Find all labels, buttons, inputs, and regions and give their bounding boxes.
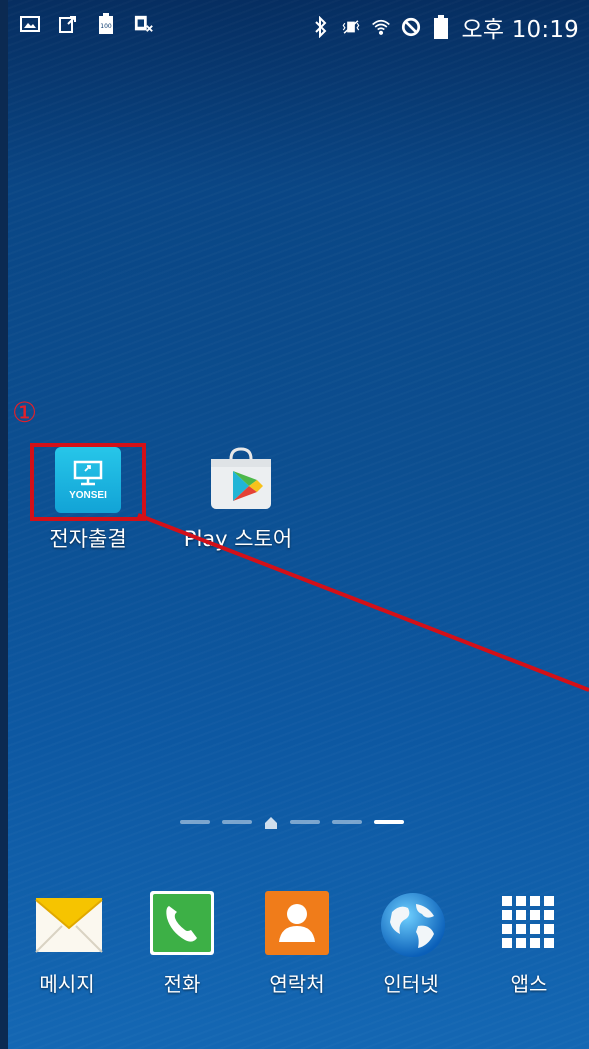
globe-icon — [378, 890, 445, 957]
home-screen: 100 오후 10:19 ① YONSEI 전자출결 Play 스토어 메시지 … — [8, 0, 589, 1049]
dock-label: 메시지 — [39, 972, 95, 996]
page-dot-active[interactable] — [374, 820, 404, 824]
home-icon[interactable] — [264, 815, 278, 829]
contacts-icon — [264, 890, 330, 956]
page-indicator — [180, 815, 404, 829]
dock-label: 전화 — [163, 972, 201, 996]
dock-contacts[interactable]: 연락처 — [242, 890, 352, 997]
apps-grid-icon — [496, 890, 562, 956]
dock-label: 인터넷 — [383, 972, 439, 996]
dock-messages[interactable]: 메시지 — [12, 890, 122, 997]
dock-label: 연락처 — [269, 972, 325, 996]
page-dot[interactable] — [180, 820, 210, 824]
message-envelope-icon — [34, 890, 103, 956]
page-dot[interactable] — [222, 820, 252, 824]
phone-icon — [149, 890, 215, 956]
page-dot[interactable] — [290, 820, 320, 824]
dock-internet[interactable]: 인터넷 — [356, 890, 466, 997]
dock-label: 앱스 — [510, 972, 548, 996]
page-dot[interactable] — [332, 820, 362, 824]
dock-phone[interactable]: 전화 — [127, 890, 237, 997]
dock-apps[interactable]: 앱스 — [474, 890, 584, 997]
